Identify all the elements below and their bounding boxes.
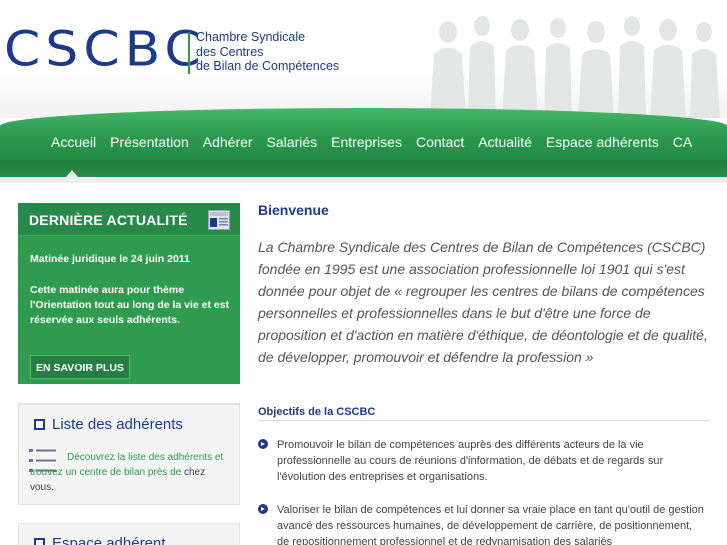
org-line-2: des Centres	[196, 44, 264, 59]
members-list-title[interactable]: Liste des adhérents	[52, 416, 183, 433]
people-silhouettes-image	[430, 16, 720, 118]
members-list-text: Découvrez la liste des adhérents et trou…	[30, 450, 230, 495]
news-date-line: Matinée juridique le 24 juin 2011	[30, 253, 190, 265]
objective-text: Promouvoir le bilan de compétences auprè…	[277, 439, 664, 483]
nav-item-accueil[interactable]: Accueil	[44, 132, 103, 152]
box-top-line	[19, 404, 239, 405]
site-header: CSCBC Chambre Syndicale des Centres de B…	[0, 0, 727, 118]
latest-news-header: DERNIÈRE ACTUALITÉ	[18, 203, 240, 236]
nav-item-presentation[interactable]: Présentation	[103, 132, 196, 152]
org-line-3: de Bilan de Compétences	[196, 59, 340, 73]
member-space-title[interactable]: Espace adhérent	[52, 535, 165, 545]
member-space-box[interactable]: Espace adhérent	[18, 523, 240, 545]
arrow-bullet-icon	[258, 439, 268, 449]
nav-separator-band	[0, 177, 727, 183]
objectives-title: Objectifs de la CSCBC	[258, 406, 376, 418]
nav-item-contact[interactable]: Contact	[409, 132, 471, 152]
nav-item-adherer[interactable]: Adhérer	[196, 132, 260, 152]
arrow-bullet-icon	[258, 504, 268, 514]
nav-item-salaries[interactable]: Salariés	[260, 132, 325, 152]
square-bullet-icon	[34, 419, 45, 430]
objective-text: Valoriser le bilan de compétences et lui…	[277, 504, 704, 545]
square-bullet-icon	[34, 538, 45, 545]
latest-news-title: DERNIÈRE ACTUALITÉ	[29, 212, 188, 228]
logo-mark: CSCBC	[4, 22, 206, 78]
objectives-divider	[258, 420, 710, 421]
newspaper-icon	[208, 210, 230, 230]
nav-item-espace-adherents[interactable]: Espace adhérents	[539, 132, 666, 152]
read-more-button[interactable]: EN SAVOIR PLUS	[30, 355, 130, 379]
latest-news-box: DERNIÈRE ACTUALITÉ Matinée juridique le …	[18, 203, 240, 384]
active-nav-pointer	[66, 170, 78, 177]
logo-org-name: Chambre Syndicale des Centres de Bilan d…	[196, 30, 339, 74]
page-title: Bienvenue	[258, 202, 329, 218]
nav-bar-shadow	[0, 160, 727, 178]
nav-item-ca[interactable]: CA	[666, 132, 699, 152]
intro-paragraph: La Chambre Syndicale des Centres de Bila…	[258, 239, 708, 365]
main-nav: Accueil Présentation Adhérer Salariés En…	[44, 132, 699, 152]
members-list-box[interactable]: Liste des adhérents Découvrez la liste d…	[18, 403, 240, 505]
news-body: Cette matinée aura pour thème l'Orientat…	[30, 284, 230, 326]
nav-item-actualite[interactable]: Actualité	[471, 132, 539, 152]
org-line-1: Chambre Syndicale	[196, 30, 306, 44]
logo-divider	[188, 32, 190, 74]
site-logo[interactable]: CSCBC Chambre Syndicale des Centres de B…	[4, 22, 339, 80]
nav-item-entreprises[interactable]: Entreprises	[324, 132, 409, 152]
